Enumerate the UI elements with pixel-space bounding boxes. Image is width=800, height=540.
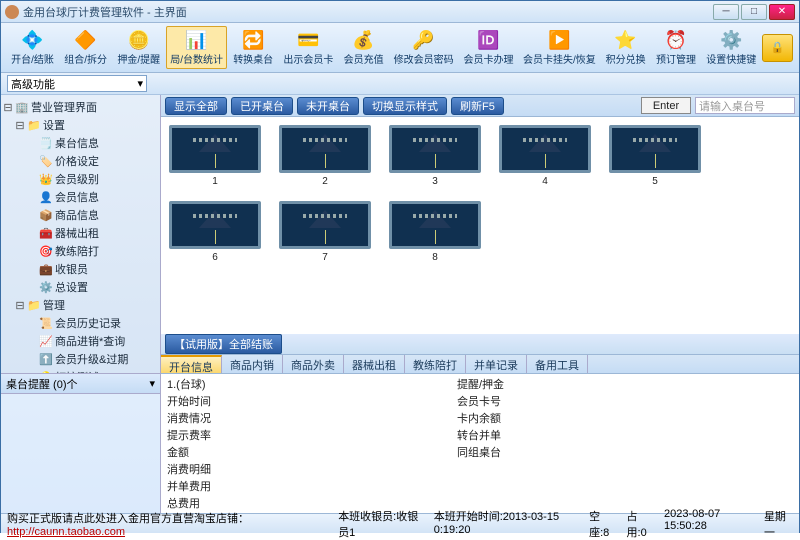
toolbar-icon: ⭐ xyxy=(614,29,638,51)
table-number: 3 xyxy=(432,176,438,187)
maximize-button[interactable]: □ xyxy=(741,4,767,20)
table-number: 1 xyxy=(212,176,218,187)
toolbar-押金/提醒[interactable]: 🪙押金/提醒 xyxy=(113,26,164,69)
detail-field: 同组桌台 xyxy=(457,444,504,460)
detail-field: 提示费率 xyxy=(167,427,457,443)
table-icon: 🗒️ xyxy=(39,136,53,150)
table-number: 7 xyxy=(322,252,328,263)
detail-field: 消费情况 xyxy=(167,410,457,426)
toolbar-icon: 🔶 xyxy=(74,29,98,51)
filter-显示全部[interactable]: 显示全部 xyxy=(165,97,227,115)
detail-field: 1.(台球) xyxy=(167,376,457,392)
toolbar-会员充值[interactable]: 💰会员充值 xyxy=(339,26,387,69)
pool-table-5[interactable] xyxy=(609,125,701,173)
filter-切换显示样式[interactable]: 切换显示样式 xyxy=(363,97,447,115)
toolbar-出示会员卡[interactable]: 💳出示会员卡 xyxy=(279,26,337,69)
table-number: 2 xyxy=(322,176,328,187)
toolbar-转换桌台[interactable]: 🔁转换桌台 xyxy=(229,26,277,69)
toolbar-局/台数统计[interactable]: 📊局/台数统计 xyxy=(166,26,227,69)
pool-table-4[interactable] xyxy=(499,125,591,173)
detail-field: 卡内余额 xyxy=(457,410,504,426)
toolbar-会员卡挂失/恢复[interactable]: ▶️会员卡挂失/恢复 xyxy=(519,26,599,69)
lock-button[interactable]: 🔒 xyxy=(762,34,793,62)
pool-table-2[interactable] xyxy=(279,125,371,173)
enter-button[interactable]: Enter xyxy=(641,97,691,114)
close-button[interactable]: ✕ xyxy=(769,4,795,20)
app-icon xyxy=(5,5,19,19)
expand-icon[interactable]: ⊟ xyxy=(3,101,13,114)
tab-并单记录[interactable]: 并单记录 xyxy=(466,355,527,373)
toolbar-icon: 🔁 xyxy=(241,29,265,51)
advanced-dropdown[interactable]: 高级功能 ▾ xyxy=(7,75,147,92)
nav-tree: ⊟🏢营业管理界面 ⊟📁设置 🗒️桌台信息 🏷️价格设定 👑会员级别 👤会员信息 … xyxy=(1,95,160,373)
filter-刷新F5[interactable]: 刷新F5 xyxy=(451,97,504,115)
toolbar-icon: ⏰ xyxy=(664,29,688,51)
minimize-button[interactable]: ─ xyxy=(713,4,739,20)
idle-count: 空座:8 xyxy=(589,508,616,540)
chevron-icon[interactable]: ▾ xyxy=(149,377,155,390)
busy-count: 占用:0 xyxy=(627,508,654,540)
detail-field: 消费明细 xyxy=(167,461,457,477)
reminder-title: 桌台提醒 (0)个 xyxy=(6,376,78,392)
toolbar-icon: 💰 xyxy=(352,29,376,51)
toolbar-icon: 💠 xyxy=(21,29,45,51)
toolbar-会员卡办理[interactable]: 🆔会员卡办理 xyxy=(459,26,517,69)
toolbar-开台/结账[interactable]: 💠开台/结账 xyxy=(7,26,58,69)
table-number: 4 xyxy=(542,176,548,187)
toolbar-设置快捷键[interactable]: ⚙️设置快捷键 xyxy=(702,26,760,69)
chevron-down-icon: ▾ xyxy=(137,77,143,90)
tab-商品外卖[interactable]: 商品外卖 xyxy=(283,355,344,373)
dow: 星期一 xyxy=(764,508,793,540)
clock: 2023-08-07 15:50:28 xyxy=(664,508,754,540)
pool-table-7[interactable] xyxy=(279,201,371,249)
table-number: 5 xyxy=(652,176,658,187)
toolbar-icon: 🆔 xyxy=(476,29,500,51)
detail-tabs: 开台信息商品内销商品外卖器械出租教练陪打并单记录备用工具 xyxy=(161,354,799,374)
toolbar-icon: ▶️ xyxy=(547,29,571,51)
window-title: 金用台球厅计费管理软件 - 主界面 xyxy=(23,4,187,20)
status-bar: 购买正式版请点此处进入金用官方直营淘宝店铺：http://caunn.taoba… xyxy=(1,513,799,533)
detail-field: 开始时间 xyxy=(167,393,457,409)
toolbar-修改会员密码[interactable]: 🔑修改会员密码 xyxy=(390,26,458,69)
toolbar-icon: 🔑 xyxy=(412,29,436,51)
toolbar-icon: 💳 xyxy=(296,29,320,51)
toolbar-组合/拆分[interactable]: 🔶组合/拆分 xyxy=(60,26,111,69)
toolbar-icon: 🪙 xyxy=(127,29,151,51)
reminder-panel: 桌台提醒 (0)个 ▾ xyxy=(1,373,160,513)
trial-checkout-button[interactable]: 【试用版】全部结账 xyxy=(165,334,282,354)
tab-开台信息[interactable]: 开台信息 xyxy=(161,355,222,373)
filter-未开桌台[interactable]: 未开桌台 xyxy=(297,97,359,115)
cashier-label: 本班收银员:收银员1 xyxy=(338,508,424,540)
toolbar-预订管理[interactable]: ⏰预订管理 xyxy=(652,26,700,69)
filter-已开桌台[interactable]: 已开桌台 xyxy=(231,97,293,115)
table-number: 6 xyxy=(212,252,218,263)
detail-field: 金额 xyxy=(167,444,457,460)
advanced-label: 高级功能 xyxy=(11,76,55,92)
toolbar-积分兑换[interactable]: ⭐积分兑换 xyxy=(601,26,649,69)
detail-panel: 1.(台球)开始时间消费情况提示费率金额消费明细并单费用总费用 提醒/押金会员卡… xyxy=(161,374,799,513)
toolbar-icon: ⚙️ xyxy=(719,29,743,51)
shift-start: 本班开始时间:2013-03-15 0:19:20 xyxy=(434,508,579,540)
pool-table-6[interactable] xyxy=(169,201,261,249)
detail-field: 提醒/押金 xyxy=(457,376,504,392)
tab-备用工具[interactable]: 备用工具 xyxy=(527,355,588,373)
pool-table-3[interactable] xyxy=(389,125,481,173)
tab-商品内销[interactable]: 商品内销 xyxy=(222,355,283,373)
pool-table-1[interactable] xyxy=(169,125,261,173)
detail-field: 并单费用 xyxy=(167,478,457,494)
filter-bar: 显示全部已开桌台未开桌台切换显示样式刷新F5 Enter 请输入桌台号 xyxy=(161,95,799,117)
main-toolbar: 💠开台/结账🔶组合/拆分🪙押金/提醒📊局/台数统计🔁转换桌台💳出示会员卡💰会员充… xyxy=(1,23,799,73)
detail-field: 会员卡号 xyxy=(457,393,504,409)
buy-link[interactable]: 购买正式版请点此处进入金用官方直营淘宝店铺：http://caunn.taoba… xyxy=(7,510,328,538)
table-grid: 1 2 3 4 5 6 7 8 xyxy=(161,117,799,334)
table-search-input[interactable]: 请输入桌台号 xyxy=(695,97,795,114)
tab-器械出租[interactable]: 器械出租 xyxy=(344,355,405,373)
tab-教练陪打[interactable]: 教练陪打 xyxy=(405,355,466,373)
table-number: 8 xyxy=(432,252,438,263)
pool-table-8[interactable] xyxy=(389,201,481,249)
detail-field: 转台并单 xyxy=(457,427,504,443)
dept-icon: 🏢 xyxy=(15,100,29,114)
toolbar-icon: 📊 xyxy=(185,29,209,51)
